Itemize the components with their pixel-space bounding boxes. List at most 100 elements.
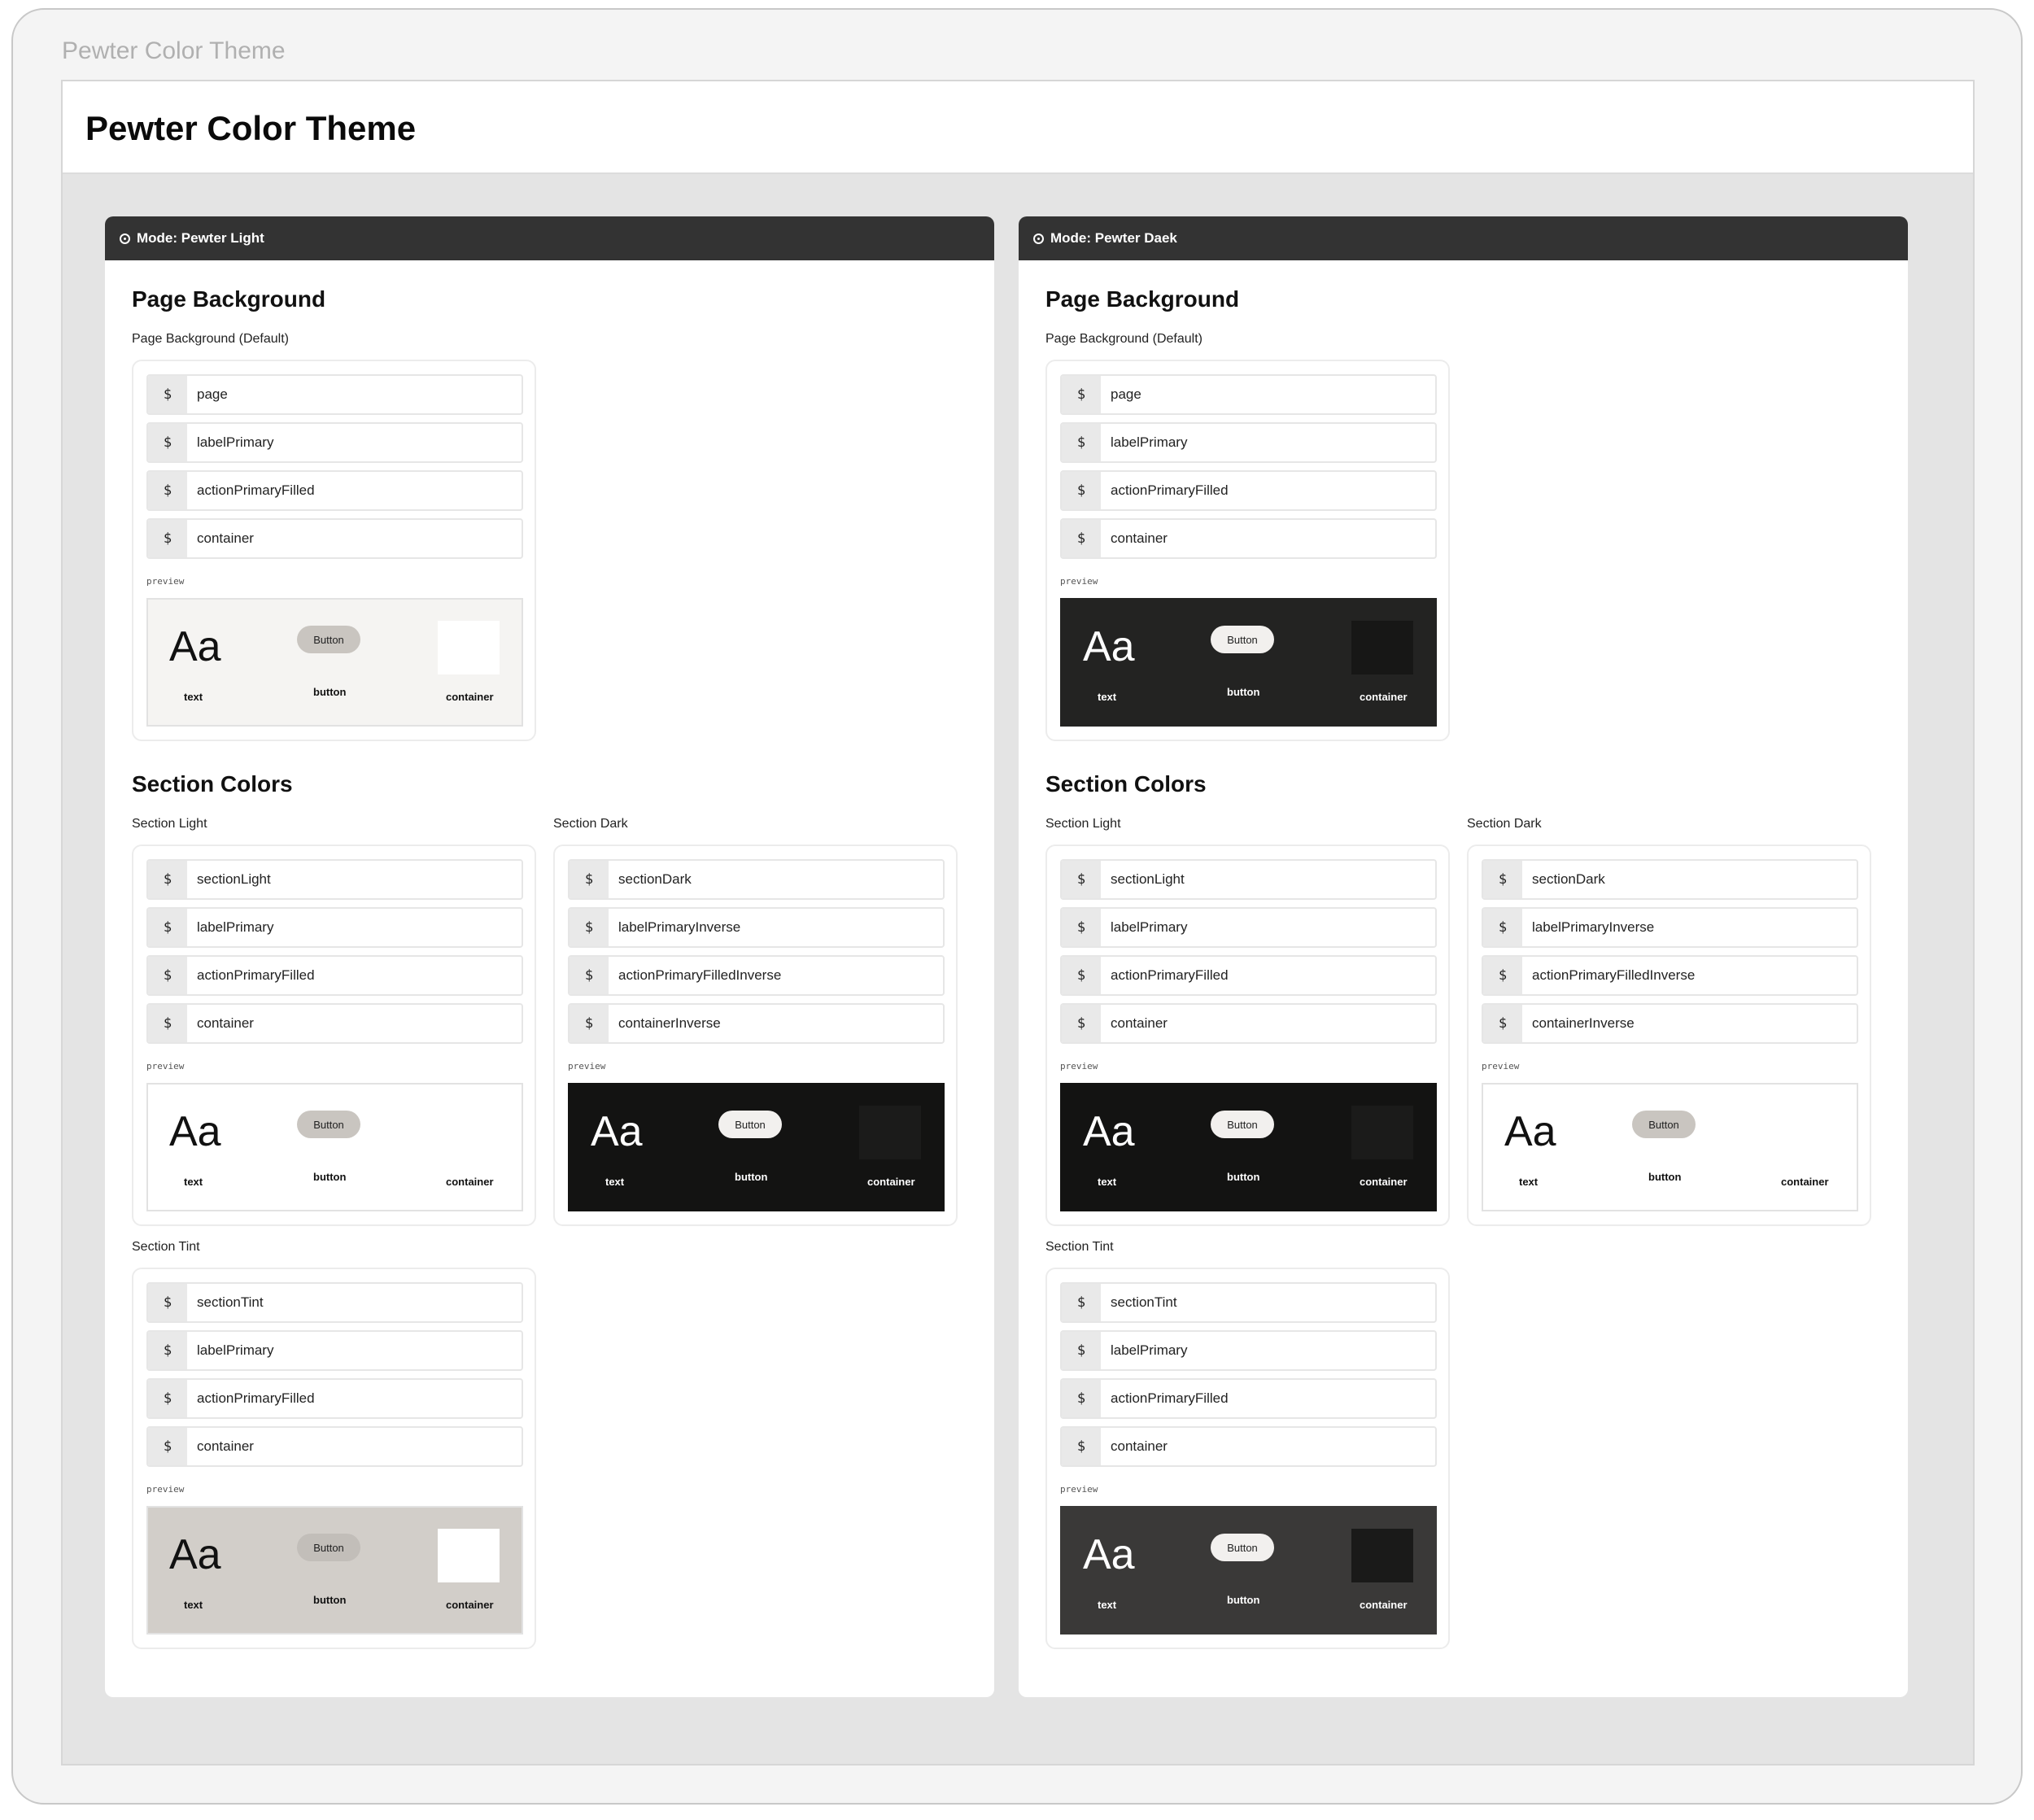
token-prefix: $ — [1062, 424, 1101, 461]
section-heading-page-background: Page Background — [132, 286, 326, 312]
preview-button-label: button — [1227, 686, 1260, 698]
preview-button[interactable]: Button — [297, 1534, 360, 1561]
token-row[interactable]: $ page — [1060, 374, 1437, 415]
token-row[interactable]: $ containerInverse — [1482, 1003, 1858, 1044]
token-row[interactable]: $ sectionDark — [1482, 859, 1858, 900]
token-prefix: $ — [148, 376, 187, 413]
window-title: Pewter Color Theme — [62, 37, 286, 64]
token-row[interactable]: $ actionPrimaryFilled — [1060, 1378, 1437, 1419]
swatch-group-section-dark: $ sectionDark $ labelPrimaryInverse $ actio… — [1467, 845, 1871, 1226]
preview-container-swatch — [438, 621, 500, 674]
group-label: Section Dark — [1467, 817, 1542, 831]
preview-button-label: button — [1227, 1594, 1260, 1606]
token-row[interactable]: $ actionPrimaryFilled — [146, 1378, 523, 1419]
mode-card-light: Mode: Pewter Light Page Background Page … — [105, 216, 994, 1697]
token-name: labelPrimary — [197, 1342, 274, 1358]
page-header: Pewter Color Theme — [63, 81, 1973, 174]
swatch-group-section-tint: $ sectionTint $ labelPrimary $ actionPrimar… — [1045, 1268, 1450, 1649]
preview-container-swatch — [859, 1106, 921, 1159]
token-name: sectionTint — [1111, 1294, 1177, 1310]
token-row[interactable]: $ labelPrimary — [1060, 422, 1437, 463]
token-prefix: $ — [148, 1284, 187, 1321]
token-prefix: $ — [570, 861, 609, 898]
token-row[interactable]: $ actionPrimaryFilled — [146, 955, 523, 996]
mode-bar[interactable]: Mode: Pewter Light — [105, 216, 994, 260]
token-name: sectionDark — [618, 871, 692, 887]
mode-title: Mode: Pewter Light — [137, 230, 264, 246]
token-row[interactable]: $ sectionDark — [568, 859, 945, 900]
preview-button[interactable]: Button — [718, 1111, 782, 1138]
token-row[interactable]: $ container — [146, 518, 523, 559]
preview-container-label: container — [446, 1176, 494, 1188]
token-row[interactable]: $ sectionLight — [146, 859, 523, 900]
token-name: labelPrimaryInverse — [1532, 919, 1655, 935]
token-row[interactable]: $ container — [1060, 1003, 1437, 1044]
preview-sample-text: Aa — [1083, 1531, 1135, 1578]
token-prefix: $ — [1483, 861, 1522, 898]
token-row[interactable]: $ labelPrimary — [146, 907, 523, 948]
token-row[interactable]: $ containerInverse — [568, 1003, 945, 1044]
token-name: actionPrimaryFilled — [1111, 1390, 1229, 1406]
token-row[interactable]: $ labelPrimaryInverse — [568, 907, 945, 948]
token-name: labelPrimary — [197, 919, 274, 935]
preview-panel: Aa text Button button container — [1060, 598, 1437, 727]
preview-text-label: text — [184, 1599, 203, 1611]
token-row[interactable]: $ actionPrimaryFilled — [1060, 955, 1437, 996]
mode-bar[interactable]: Mode: Pewter Daek — [1019, 216, 1908, 260]
token-prefix: $ — [148, 861, 187, 898]
token-row[interactable]: $ page — [146, 374, 523, 415]
group-label: Section Tint — [132, 1240, 200, 1254]
page-title: Pewter Color Theme — [85, 109, 417, 147]
token-row[interactable]: $ sectionTint — [1060, 1282, 1437, 1323]
token-name: page — [197, 386, 228, 402]
token-name: labelPrimary — [1111, 919, 1188, 935]
preview-button[interactable]: Button — [297, 626, 360, 653]
preview-button[interactable]: Button — [1211, 626, 1274, 653]
token-prefix: $ — [1483, 909, 1522, 946]
token-prefix: $ — [148, 1380, 187, 1417]
preview-container-label: container — [1360, 1176, 1408, 1188]
token-row[interactable]: $ actionPrimaryFilledInverse — [568, 955, 945, 996]
preview-container-label: container — [1360, 1599, 1408, 1611]
token-prefix: $ — [570, 1005, 609, 1042]
token-row[interactable]: $ sectionLight — [1060, 859, 1437, 900]
preview-container-label: container — [1360, 691, 1408, 703]
token-row[interactable]: $ labelPrimaryInverse — [1482, 907, 1858, 948]
preview-button[interactable]: Button — [1211, 1111, 1274, 1138]
token-row[interactable]: $ actionPrimaryFilled — [1060, 470, 1437, 511]
token-prefix: $ — [148, 1005, 187, 1042]
token-name: sectionDark — [1532, 871, 1605, 887]
preview-panel: Aa text Button button container — [1060, 1506, 1437, 1635]
preview-label: preview — [1482, 1061, 1520, 1071]
preview-label: preview — [1060, 1061, 1098, 1071]
preview-label: preview — [1060, 576, 1098, 587]
preview-button[interactable]: Button — [297, 1111, 360, 1138]
token-row[interactable]: $ container — [1060, 1426, 1437, 1467]
token-row[interactable]: $ container — [146, 1426, 523, 1467]
token-name: actionPrimaryFilled — [197, 482, 315, 498]
preview-button[interactable]: Button — [1632, 1111, 1696, 1138]
preview-button-label: button — [1227, 1171, 1260, 1183]
token-row[interactable]: $ container — [1060, 518, 1437, 559]
token-prefix: $ — [1062, 957, 1101, 994]
preview-panel: Aa text Button button container — [568, 1083, 945, 1211]
token-row[interactable]: $ actionPrimaryFilled — [146, 470, 523, 511]
token-row[interactable]: $ labelPrimary — [146, 1330, 523, 1371]
token-name: labelPrimary — [197, 434, 274, 450]
token-row[interactable]: $ labelPrimary — [1060, 1330, 1437, 1371]
group-label: Section Tint — [1045, 1240, 1114, 1254]
section-heading-section-colors: Section Colors — [132, 771, 293, 797]
token-row[interactable]: $ sectionTint — [146, 1282, 523, 1323]
token-row[interactable]: $ labelPrimary — [1060, 907, 1437, 948]
preview-panel: Aa text Button button container — [146, 1083, 523, 1211]
token-row[interactable]: $ actionPrimaryFilledInverse — [1482, 955, 1858, 996]
preview-container-label: container — [446, 1599, 494, 1611]
token-prefix: $ — [148, 957, 187, 994]
group-label: Section Dark — [553, 817, 628, 831]
token-row[interactable]: $ labelPrimary — [146, 422, 523, 463]
preview-text-label: text — [184, 691, 203, 703]
token-row[interactable]: $ container — [146, 1003, 523, 1044]
preview-button[interactable]: Button — [1211, 1534, 1274, 1561]
token-prefix: $ — [1062, 1332, 1101, 1369]
preview-label: preview — [146, 1061, 185, 1071]
